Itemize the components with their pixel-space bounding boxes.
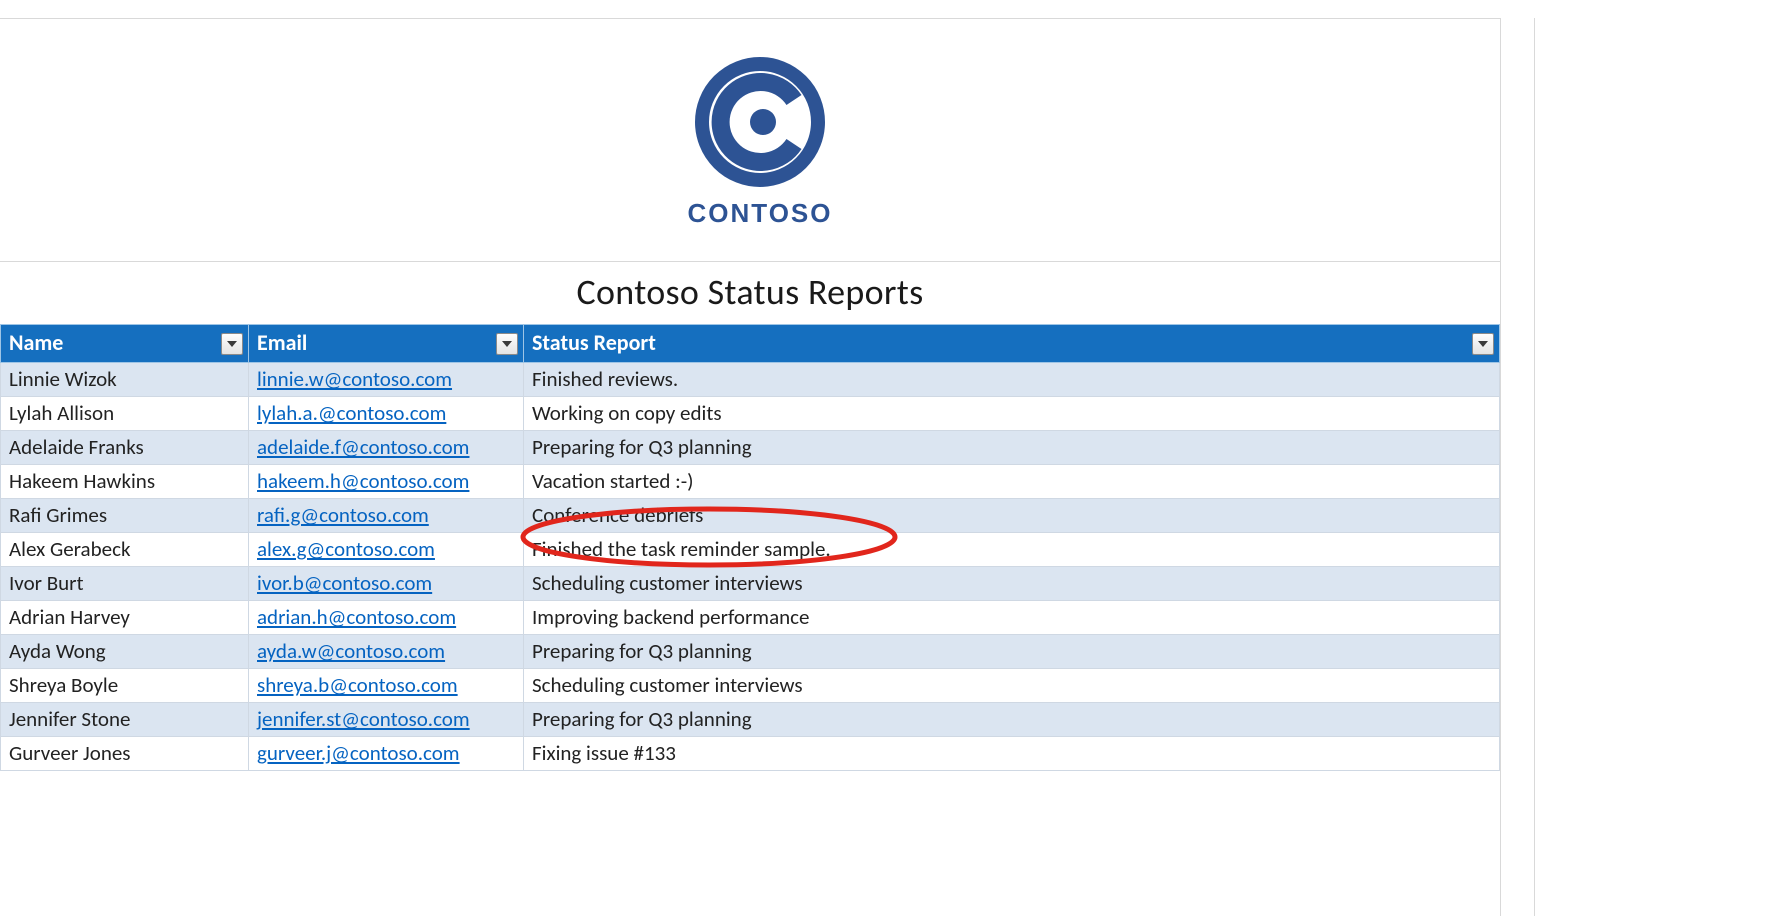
email-link[interactable]: linnie.w@contoso.com bbox=[257, 366, 452, 392]
table-row[interactable]: Lylah Allison lylah.a.@contoso.com Working… bbox=[1, 397, 1500, 431]
page-title: Contoso Status Reports bbox=[0, 262, 1500, 324]
email-link[interactable]: alex.g@contoso.com bbox=[257, 536, 435, 562]
table-row[interactable]: Ivor Burt ivor.b@contoso.com Scheduling cu… bbox=[1, 567, 1500, 601]
cell-email[interactable]: lylah.a.@contoso.com bbox=[249, 397, 524, 431]
col-header-status-label: Status Report bbox=[532, 329, 656, 356]
cell-name[interactable]: Ayda Wong bbox=[1, 635, 249, 669]
cell-email[interactable]: shreya.b@contoso.com bbox=[249, 669, 524, 703]
contoso-logo-icon bbox=[690, 52, 830, 192]
cell-status[interactable]: Scheduling customer interviews bbox=[524, 669, 1500, 703]
cell-status[interactable]: Preparing for Q3 planning bbox=[524, 431, 1500, 465]
cell-email[interactable]: adelaide.f@contoso.com bbox=[249, 431, 524, 465]
col-header-status[interactable]: Status Report bbox=[524, 325, 1500, 363]
table-row[interactable]: Gurveer Jones gurveer.j@contoso.com Fixing… bbox=[1, 737, 1500, 771]
table-row[interactable]: Adrian Harvey adrian.h@contoso.com Improvi… bbox=[1, 601, 1500, 635]
cell-status[interactable]: Fixing issue #133 bbox=[524, 737, 1500, 771]
cell-name[interactable]: Ivor Burt bbox=[1, 567, 249, 601]
cell-status[interactable]: Working on copy edits bbox=[524, 397, 1500, 431]
email-link[interactable]: shreya.b@contoso.com bbox=[257, 672, 458, 698]
cell-status[interactable]: Finished reviews. bbox=[524, 363, 1500, 397]
email-link[interactable]: lylah.a.@contoso.com bbox=[257, 400, 446, 426]
cell-email[interactable]: alex.g@contoso.com bbox=[249, 533, 524, 567]
cell-name[interactable]: Lylah Allison bbox=[1, 397, 249, 431]
email-link[interactable]: adelaide.f@contoso.com bbox=[257, 434, 469, 460]
email-link[interactable]: ivor.b@contoso.com bbox=[257, 570, 432, 596]
cell-email[interactable]: rafi.g@contoso.com bbox=[249, 499, 524, 533]
filter-dropdown-icon[interactable] bbox=[496, 333, 518, 355]
email-link[interactable]: rafi.g@contoso.com bbox=[257, 502, 429, 528]
cell-name[interactable]: Adrian Harvey bbox=[1, 601, 249, 635]
cell-name[interactable]: Gurveer Jones bbox=[1, 737, 249, 771]
logo-area: CONTOSO bbox=[0, 19, 1500, 262]
cell-name[interactable]: Shreya Boyle bbox=[1, 669, 249, 703]
table-row[interactable]: Ayda Wong ayda.w@contoso.com Preparing for… bbox=[1, 635, 1500, 669]
cell-status[interactable]: Preparing for Q3 planning bbox=[524, 703, 1500, 737]
cell-name[interactable]: Linnie Wizok bbox=[1, 363, 249, 397]
cell-status[interactable]: Improving backend performance bbox=[524, 601, 1500, 635]
email-link[interactable]: jennifer.st@contoso.com bbox=[257, 706, 470, 732]
cell-email[interactable]: gurveer.j@contoso.com bbox=[249, 737, 524, 771]
cell-name[interactable]: Alex Gerabeck bbox=[1, 533, 249, 567]
cell-name[interactable]: Adelaide Franks bbox=[1, 431, 249, 465]
cell-name[interactable]: Hakeem Hawkins bbox=[1, 465, 249, 499]
email-link[interactable]: gurveer.j@contoso.com bbox=[257, 740, 460, 766]
filter-dropdown-icon[interactable] bbox=[221, 333, 243, 355]
email-link[interactable]: adrian.h@contoso.com bbox=[257, 604, 456, 630]
table-row[interactable]: Linnie Wizok linnie.w@contoso.com Finished… bbox=[1, 363, 1500, 397]
col-header-email-label: Email bbox=[257, 329, 307, 356]
filter-dropdown-icon[interactable] bbox=[1472, 333, 1494, 355]
cell-email[interactable]: hakeem.h@contoso.com bbox=[249, 465, 524, 499]
col-header-name-label: Name bbox=[9, 329, 63, 356]
cell-email[interactable]: jennifer.st@contoso.com bbox=[249, 703, 524, 737]
cell-name[interactable]: Rafi Grimes bbox=[1, 499, 249, 533]
email-link[interactable]: ayda.w@contoso.com bbox=[257, 638, 445, 664]
cell-email[interactable]: ayda.w@contoso.com bbox=[249, 635, 524, 669]
cell-status[interactable]: Vacation started :-) bbox=[524, 465, 1500, 499]
cell-status[interactable]: Scheduling customer interviews bbox=[524, 567, 1500, 601]
annotation-circle-icon bbox=[516, 504, 902, 570]
cell-email[interactable]: linnie.w@contoso.com bbox=[249, 363, 524, 397]
table-row[interactable]: Shreya Boyle shreya.b@contoso.com Scheduli… bbox=[1, 669, 1500, 703]
cell-email[interactable]: ivor.b@contoso.com bbox=[249, 567, 524, 601]
cell-email[interactable]: adrian.h@contoso.com bbox=[249, 601, 524, 635]
table-row[interactable]: Jennifer Stone jennifer.st@contoso.com Pre… bbox=[1, 703, 1500, 737]
cell-name[interactable]: Jennifer Stone bbox=[1, 703, 249, 737]
table-row[interactable]: Hakeem Hawkins hakeem.h@contoso.com Vacati… bbox=[1, 465, 1500, 499]
table-row[interactable]: Adelaide Franks adelaide.f@contoso.com Pre… bbox=[1, 431, 1500, 465]
email-link[interactable]: hakeem.h@contoso.com bbox=[257, 468, 469, 494]
col-header-name[interactable]: Name bbox=[1, 325, 249, 363]
col-header-email[interactable]: Email bbox=[249, 325, 524, 363]
brand-wordmark: CONTOSO bbox=[688, 198, 833, 229]
cell-status[interactable]: Preparing for Q3 planning bbox=[524, 635, 1500, 669]
